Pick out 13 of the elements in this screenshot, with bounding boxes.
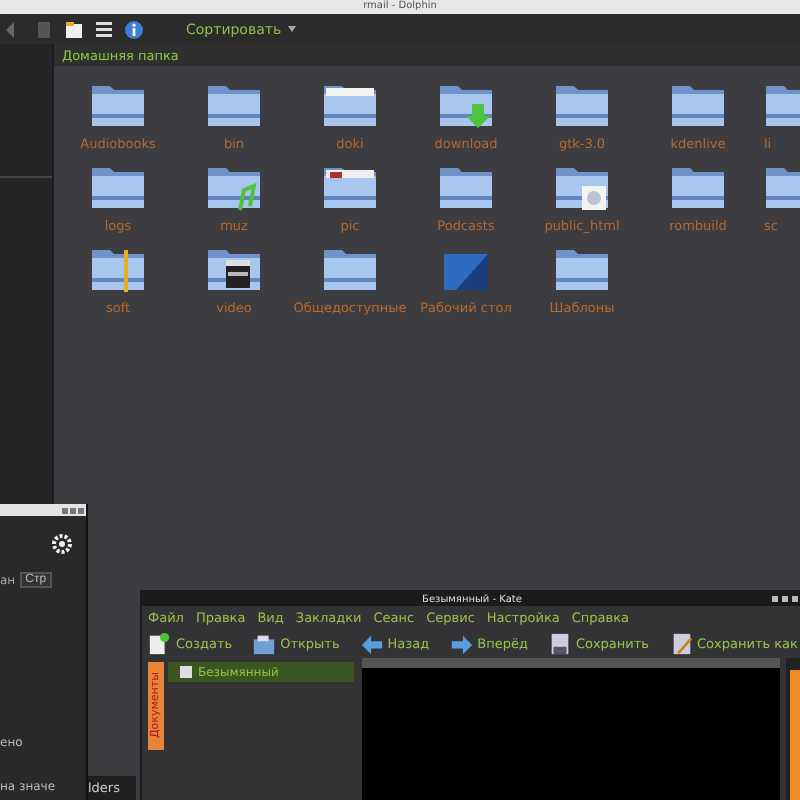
caret-icon <box>287 26 296 32</box>
close-icon[interactable] <box>78 507 84 513</box>
minimize-icon[interactable] <box>62 507 68 513</box>
scrollbar[interactable] <box>789 670 799 800</box>
maximize-icon[interactable] <box>70 507 76 513</box>
menu-icon[interactable] <box>94 19 114 39</box>
left-arrow-icon <box>359 631 384 655</box>
right-arrow-icon <box>449 631 474 655</box>
settings-icon[interactable] <box>52 534 72 554</box>
pencil-icon <box>669 631 693 655</box>
info-icon[interactable] <box>124 19 144 39</box>
text-editor[interactable] <box>362 658 780 800</box>
new-page-icon <box>148 631 172 655</box>
